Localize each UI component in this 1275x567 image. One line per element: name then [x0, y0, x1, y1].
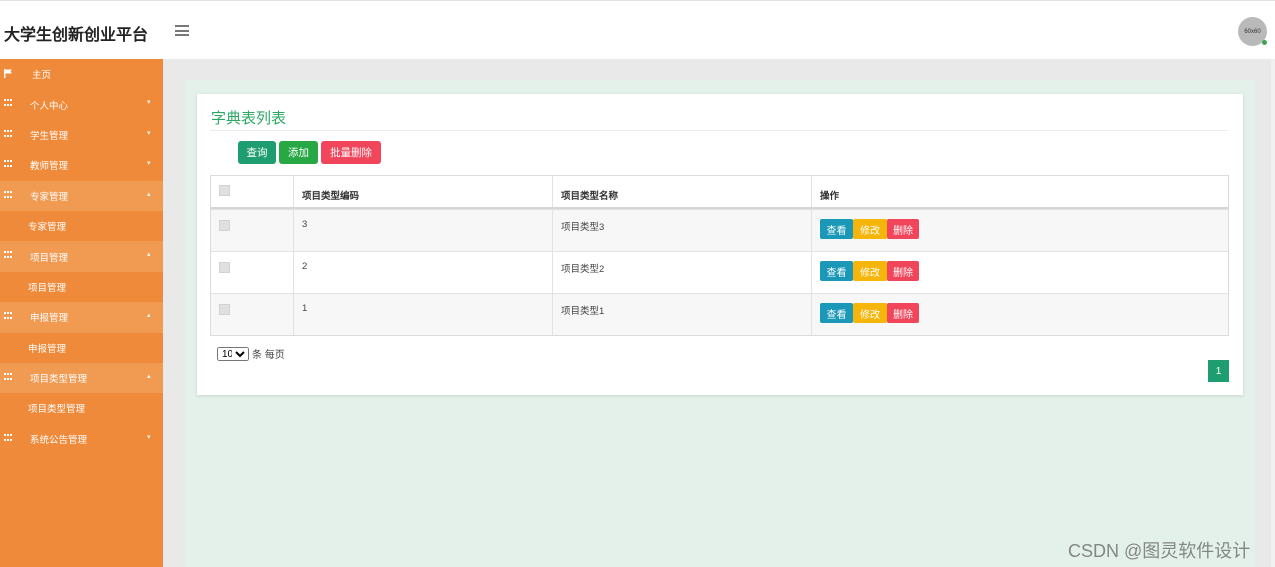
type-name-cell: 项目类型3 — [561, 222, 605, 233]
grid-icon — [4, 99, 13, 108]
sidebar-item-teachers[interactable]: 教师管理 ▾ — [0, 150, 163, 180]
sidebar-item-home[interactable]: 主页 — [0, 59, 163, 89]
sidebar-item-personal-center[interactable]: 个人中心 ▾ — [0, 89, 163, 119]
sidebar-item-label: 申报管理 — [30, 313, 69, 325]
flag-icon — [4, 69, 13, 78]
avatar-text: 60x60 — [1244, 28, 1261, 35]
grid-icon — [4, 160, 13, 169]
delete-button[interactable]: 删除 — [887, 303, 919, 323]
sidebar-item-experts[interactable]: 专家管理 ▴ — [0, 180, 163, 211]
grid-icon — [4, 129, 13, 139]
app-title: 大学生创新创业平台 — [4, 27, 149, 44]
grid-icon — [4, 312, 13, 321]
grid-icon — [4, 251, 13, 260]
select-all-checkbox[interactable] — [219, 185, 230, 196]
type-name-cell: 项目类型2 — [561, 264, 605, 275]
chevron-down-icon: ▾ — [147, 160, 151, 168]
sidebar-item-label: 教师管理 — [30, 161, 69, 173]
type-code-cell: 3 — [302, 219, 308, 230]
row-checkbox[interactable] — [219, 262, 230, 273]
chevron-up-icon: ▴ — [147, 251, 151, 259]
sidebar: 主页 个人中心 ▾ 学生管理 ▾ 教师管理 ▾ 专家管理 ▴ 专家管理 项目管理… — [0, 59, 163, 567]
column-header: 项目类型名称 — [561, 191, 619, 202]
view-button[interactable]: 查看 — [820, 261, 853, 281]
grid-icon — [4, 190, 13, 200]
row-checkbox[interactable] — [219, 304, 230, 315]
edit-button[interactable]: 修改 — [853, 219, 887, 239]
sidebar-item-projects[interactable]: 项目管理 ▴ — [0, 241, 163, 272]
page-size-select[interactable]: 10 — [217, 346, 249, 361]
sidebar-subitem-project-types[interactable]: 项目类型管理 — [0, 393, 163, 423]
chevron-up-icon: ▴ — [147, 190, 151, 198]
table-header: 项目类型编码 项目类型名称 操作 — [211, 176, 1228, 209]
scrollbar[interactable] — [1271, 59, 1275, 567]
top-bar: 大学生创新创业平台 60x60 — [0, 0, 1275, 59]
edit-button[interactable]: 修改 — [853, 303, 887, 323]
table-row: 2 项目类型2 查看 修改 删除 — [211, 251, 1228, 293]
sidebar-item-students[interactable]: 学生管理 ▾ — [0, 120, 163, 150]
page-button-1[interactable]: 1 — [1208, 360, 1229, 382]
chevron-up-icon: ▴ — [147, 372, 151, 380]
data-table: 项目类型编码 项目类型名称 操作 3 项目类型3 查看 修改 删除 2 项目类型… — [210, 175, 1229, 336]
grid-icon — [4, 433, 13, 443]
edit-button[interactable]: 修改 — [853, 261, 887, 281]
sidebar-item-label: 项目管理 — [30, 252, 69, 264]
sidebar-item-label: 个人中心 — [30, 100, 69, 112]
sidebar-item-label: 项目类型管理 — [30, 374, 88, 386]
chevron-down-icon: ▾ — [147, 99, 151, 107]
view-button[interactable]: 查看 — [820, 303, 853, 323]
sidebar-subitem-experts[interactable]: 专家管理 — [0, 211, 163, 241]
grid-icon — [4, 372, 13, 382]
delete-button[interactable]: 删除 — [887, 219, 919, 239]
online-status-dot — [1262, 40, 1267, 45]
chevron-down-icon: ▾ — [147, 129, 151, 137]
sidebar-subitem-label: 申报管理 — [28, 343, 67, 355]
sidebar-subitem-label: 项目管理 — [28, 282, 67, 294]
batch-delete-button[interactable]: 批量删除 — [321, 141, 381, 164]
list-card: 字典表列表 查询 添加 批量删除 项目类型编码 项目类型名称 操作 3 项目类型… — [197, 94, 1243, 395]
column-header: 项目类型编码 — [302, 191, 360, 202]
sidebar-item-label: 专家管理 — [30, 191, 69, 203]
page-title: 字典表列表 — [211, 110, 287, 127]
sidebar-subitem-label: 项目类型管理 — [28, 404, 86, 416]
table-row: 1 项目类型1 查看 修改 删除 — [211, 293, 1228, 335]
sidebar-item-project-types[interactable]: 项目类型管理 ▴ — [0, 362, 163, 394]
delete-button[interactable]: 删除 — [887, 261, 919, 281]
type-name-cell: 项目类型1 — [561, 306, 605, 317]
sidebar-item-announcements[interactable]: 系统公告管理 ▾ — [0, 424, 163, 454]
sidebar-subitem-label: 专家管理 — [28, 222, 67, 234]
sidebar-subitem-projects[interactable]: 项目管理 — [0, 272, 163, 302]
page-size-control: 10 条 每页 — [217, 346, 285, 361]
sidebar-item-label: 系统公告管理 — [30, 434, 88, 446]
sidebar-item-label: 学生管理 — [30, 130, 69, 142]
query-button[interactable]: 查询 — [238, 141, 276, 164]
chevron-down-icon: ▾ — [147, 433, 151, 441]
add-button[interactable]: 添加 — [279, 141, 318, 164]
divider — [210, 130, 1228, 131]
sidebar-subitem-applications[interactable]: 申报管理 — [0, 333, 163, 363]
per-page-label: 条 每页 — [252, 350, 285, 361]
sidebar-item-label: 主页 — [32, 70, 52, 82]
menu-toggle-icon[interactable] — [175, 25, 189, 37]
type-code-cell: 2 — [302, 261, 308, 272]
column-header: 操作 — [820, 191, 840, 202]
table-row: 3 项目类型3 查看 修改 删除 — [211, 209, 1228, 251]
chevron-up-icon: ▴ — [147, 312, 151, 320]
watermark: CSDN @图灵软件设计 — [1068, 541, 1251, 561]
row-checkbox[interactable] — [219, 220, 230, 231]
view-button[interactable]: 查看 — [820, 219, 853, 239]
sidebar-item-applications[interactable]: 申报管理 ▴ — [0, 302, 163, 333]
type-code-cell: 1 — [302, 303, 308, 314]
